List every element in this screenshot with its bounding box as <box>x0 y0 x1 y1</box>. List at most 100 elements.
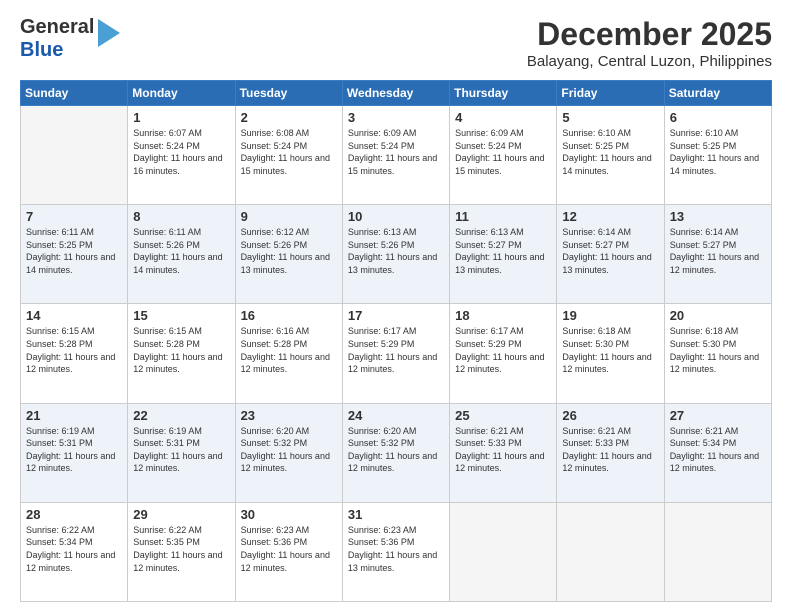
calendar-week-row: 7Sunrise: 6:11 AM Sunset: 5:25 PM Daylig… <box>21 205 772 304</box>
day-number: 13 <box>670 209 766 224</box>
table-row <box>21 106 128 205</box>
table-row: 13 Sunrise: 6:14 AM Sunset: 5:27 PM Dayli… <box>664 205 771 304</box>
header: General Blue December 2025 Balayang, Cen… <box>20 16 772 70</box>
day-info: Sunrise: 6:21 AM Sunset: 5:33 PM Dayligh… <box>562 425 658 475</box>
page: General Blue December 2025 Balayang, Cen… <box>0 0 792 612</box>
header-sunday: Sunday <box>21 81 128 106</box>
table-row: 8Sunrise: 6:11 AM Sunset: 5:26 PM Daylig… <box>128 205 235 304</box>
table-row: 21Sunrise: 6:19 AM Sunset: 5:31 PM Dayli… <box>21 403 128 502</box>
day-info: Sunrise: 6:20 AM Sunset: 5:32 PM Dayligh… <box>241 425 337 475</box>
logo-arrow-icon <box>98 19 120 47</box>
day-number: 12 <box>562 209 658 224</box>
calendar-week-row: 1 Sunrise: 6:07 AM Sunset: 5:24 PM Daylig… <box>21 106 772 205</box>
header-monday: Monday <box>128 81 235 106</box>
day-number: 11 <box>455 209 551 224</box>
table-row: 23 Sunrise: 6:20 AM Sunset: 5:32 PM Dayli… <box>235 403 342 502</box>
day-info: Sunrise: 6:17 AM Sunset: 5:29 PM Dayligh… <box>348 325 444 375</box>
day-info: Sunrise: 6:07 AM Sunset: 5:24 PM Dayligh… <box>133 127 229 177</box>
table-row: 18 Sunrise: 6:17 AM Sunset: 5:29 PM Dayli… <box>450 304 557 403</box>
calendar-title: December 2025 <box>527 16 772 53</box>
day-number: 9 <box>241 209 337 224</box>
table-row: 22 Sunrise: 6:19 AM Sunset: 5:31 PM Dayli… <box>128 403 235 502</box>
table-row: 11Sunrise: 6:13 AM Sunset: 5:27 PM Dayli… <box>450 205 557 304</box>
header-thursday: Thursday <box>450 81 557 106</box>
day-number: 23 <box>241 408 337 423</box>
day-info: Sunrise: 6:09 AM Sunset: 5:24 PM Dayligh… <box>455 127 551 177</box>
day-number: 25 <box>455 408 551 423</box>
logo: General Blue <box>20 16 120 62</box>
day-number: 22 <box>133 408 229 423</box>
day-info: Sunrise: 6:11 AM Sunset: 5:26 PM Dayligh… <box>133 226 229 276</box>
day-info: Sunrise: 6:10 AM Sunset: 5:25 PM Dayligh… <box>670 127 766 177</box>
day-info: Sunrise: 6:09 AM Sunset: 5:24 PM Dayligh… <box>348 127 444 177</box>
table-row: 29Sunrise: 6:22 AM Sunset: 5:35 PM Dayli… <box>128 502 235 601</box>
table-row: 19Sunrise: 6:18 AM Sunset: 5:30 PM Dayli… <box>557 304 664 403</box>
table-row: 27 Sunrise: 6:21 AM Sunset: 5:34 PM Dayli… <box>664 403 771 502</box>
calendar-subtitle: Balayang, Central Luzon, Philippines <box>527 53 772 70</box>
table-row: 24Sunrise: 6:20 AM Sunset: 5:32 PM Dayli… <box>342 403 449 502</box>
table-row: 6 Sunrise: 6:10 AM Sunset: 5:25 PM Daylig… <box>664 106 771 205</box>
day-number: 16 <box>241 308 337 323</box>
table-row: 1 Sunrise: 6:07 AM Sunset: 5:24 PM Daylig… <box>128 106 235 205</box>
table-row: 31 Sunrise: 6:23 AM Sunset: 5:36 PM Dayli… <box>342 502 449 601</box>
day-info: Sunrise: 6:18 AM Sunset: 5:30 PM Dayligh… <box>670 325 766 375</box>
table-row: 17Sunrise: 6:17 AM Sunset: 5:29 PM Dayli… <box>342 304 449 403</box>
calendar-week-row: 28Sunrise: 6:22 AM Sunset: 5:34 PM Dayli… <box>21 502 772 601</box>
day-number: 30 <box>241 507 337 522</box>
table-row: 25 Sunrise: 6:21 AM Sunset: 5:33 PM Dayli… <box>450 403 557 502</box>
table-row: 16 Sunrise: 6:16 AM Sunset: 5:28 PM Dayli… <box>235 304 342 403</box>
day-number: 10 <box>348 209 444 224</box>
day-number: 21 <box>26 408 122 423</box>
table-row <box>450 502 557 601</box>
day-number: 26 <box>562 408 658 423</box>
table-row: 9 Sunrise: 6:12 AM Sunset: 5:26 PM Daylig… <box>235 205 342 304</box>
day-info: Sunrise: 6:14 AM Sunset: 5:27 PM Dayligh… <box>670 226 766 276</box>
day-number: 27 <box>670 408 766 423</box>
table-row: 7Sunrise: 6:11 AM Sunset: 5:25 PM Daylig… <box>21 205 128 304</box>
header-friday: Friday <box>557 81 664 106</box>
table-row: 3 Sunrise: 6:09 AM Sunset: 5:24 PM Daylig… <box>342 106 449 205</box>
table-row: 15 Sunrise: 6:15 AM Sunset: 5:28 PM Dayli… <box>128 304 235 403</box>
weekday-header-row: Sunday Monday Tuesday Wednesday Thursday… <box>21 81 772 106</box>
table-row: 2 Sunrise: 6:08 AM Sunset: 5:24 PM Daylig… <box>235 106 342 205</box>
calendar-week-row: 21 Sunrise: 6:19 AM Sunset: 5:31 PM Dayli… <box>21 403 772 502</box>
day-number: 5 <box>562 110 658 125</box>
day-info: Sunrise: 6:21 AM Sunset: 5:34 PM Dayligh… <box>670 425 766 475</box>
day-info: Sunrise: 6:19 AM Sunset: 5:31 PM Dayligh… <box>133 425 229 475</box>
day-number: 7 <box>26 209 122 224</box>
day-info: Sunrise: 6:08 AM Sunset: 5:24 PM Dayligh… <box>241 127 337 177</box>
day-info: Sunrise: 6:14 AM Sunset: 5:27 PM Dayligh… <box>562 226 658 276</box>
day-number: 6 <box>670 110 766 125</box>
day-number: 1 <box>133 110 229 125</box>
day-number: 31 <box>348 507 444 522</box>
day-number: 18 <box>455 308 551 323</box>
title-block: December 2025 Balayang, Central Luzon, P… <box>527 16 772 70</box>
day-info: Sunrise: 6:18 AM Sunset: 5:30 PM Dayligh… <box>562 325 658 375</box>
table-row <box>664 502 771 601</box>
day-info: Sunrise: 6:15 AM Sunset: 5:28 PM Dayligh… <box>133 325 229 375</box>
day-number: 29 <box>133 507 229 522</box>
header-tuesday: Tuesday <box>235 81 342 106</box>
table-row: 20Sunrise: 6:18 AM Sunset: 5:30 PM Dayli… <box>664 304 771 403</box>
day-info: Sunrise: 6:23 AM Sunset: 5:36 PM Dayligh… <box>348 524 444 574</box>
table-row: 14Sunrise: 6:15 AM Sunset: 5:28 PM Dayli… <box>21 304 128 403</box>
table-row: 30 Sunrise: 6:23 AM Sunset: 5:36 PM Dayli… <box>235 502 342 601</box>
day-info: Sunrise: 6:23 AM Sunset: 5:36 PM Dayligh… <box>241 524 337 574</box>
calendar-week-row: 14Sunrise: 6:15 AM Sunset: 5:28 PM Dayli… <box>21 304 772 403</box>
header-saturday: Saturday <box>664 81 771 106</box>
day-info: Sunrise: 6:13 AM Sunset: 5:26 PM Dayligh… <box>348 226 444 276</box>
day-info: Sunrise: 6:17 AM Sunset: 5:29 PM Dayligh… <box>455 325 551 375</box>
day-info: Sunrise: 6:12 AM Sunset: 5:26 PM Dayligh… <box>241 226 337 276</box>
day-number: 24 <box>348 408 444 423</box>
table-row: 4Sunrise: 6:09 AM Sunset: 5:24 PM Daylig… <box>450 106 557 205</box>
day-number: 3 <box>348 110 444 125</box>
day-number: 15 <box>133 308 229 323</box>
day-number: 28 <box>26 507 122 522</box>
header-wednesday: Wednesday <box>342 81 449 106</box>
table-row <box>557 502 664 601</box>
day-number: 2 <box>241 110 337 125</box>
day-info: Sunrise: 6:21 AM Sunset: 5:33 PM Dayligh… <box>455 425 551 475</box>
day-info: Sunrise: 6:16 AM Sunset: 5:28 PM Dayligh… <box>241 325 337 375</box>
table-row: 5Sunrise: 6:10 AM Sunset: 5:25 PM Daylig… <box>557 106 664 205</box>
logo-general: General <box>20 16 94 38</box>
